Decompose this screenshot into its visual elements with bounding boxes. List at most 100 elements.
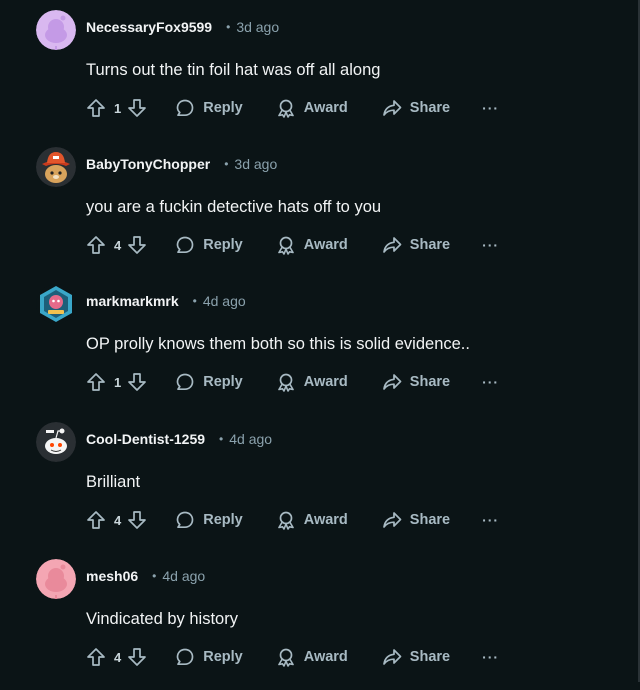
vote-group: 4: [86, 235, 147, 255]
reply-label: Reply: [203, 100, 243, 116]
upvote-button[interactable]: [86, 510, 106, 530]
vote-group: 1: [86, 98, 147, 118]
hexagon-badge-avatar-icon: [36, 284, 76, 324]
share-button[interactable]: Share: [382, 510, 450, 530]
share-label: Share: [409, 649, 451, 665]
vote-score: 1: [114, 374, 122, 390]
comment-actions: 4 Reply Award Share ···: [86, 645, 499, 669]
award-button[interactable]: Award: [276, 235, 348, 255]
reply-label: Reply: [203, 512, 243, 528]
comment-text: Turns out the tin foil hat was off all a…: [86, 61, 381, 79]
more-options-button[interactable]: ···: [482, 649, 499, 665]
comment-actions: 4 Reply Award Share ···: [86, 233, 499, 257]
downvote-button[interactable]: [127, 235, 147, 255]
vote-score: 1: [114, 100, 122, 116]
separator-dot: •: [224, 157, 229, 171]
vote-score: 4: [114, 512, 122, 528]
reply-label: Reply: [203, 237, 243, 253]
downvote-button[interactable]: [127, 372, 147, 392]
avatar[interactable]: [36, 559, 76, 599]
more-options-button[interactable]: ···: [482, 374, 499, 390]
award-button[interactable]: Award: [276, 647, 348, 667]
share-label: Share: [409, 512, 451, 528]
more-options-button[interactable]: ···: [482, 100, 499, 116]
award-medal-icon: [276, 647, 296, 667]
downvote-button[interactable]: [127, 510, 147, 530]
award-label: Award: [303, 100, 348, 116]
avatar[interactable]: [36, 284, 76, 324]
username-link[interactable]: BabyTonyChopper: [86, 156, 210, 172]
username-link[interactable]: NecessaryFox9599: [86, 19, 212, 35]
award-button[interactable]: Award: [276, 510, 348, 530]
share-button[interactable]: Share: [382, 372, 450, 392]
share-button[interactable]: Share: [382, 98, 450, 118]
username-link[interactable]: mesh06: [86, 568, 138, 584]
downvote-arrow-icon: [127, 235, 147, 255]
comment: mesh06 • 4d ago Vindicated by history 4 …: [0, 553, 600, 690]
avatar[interactable]: [36, 10, 76, 50]
share-button[interactable]: Share: [382, 235, 450, 255]
reply-button[interactable]: Reply: [175, 372, 243, 392]
comment: markmarkmrk • 4d ago OP prolly knows the…: [0, 278, 600, 415]
share-label: Share: [409, 100, 451, 116]
separator-dot: •: [219, 432, 224, 446]
award-label: Award: [303, 237, 348, 253]
downvote-arrow-icon: [127, 372, 147, 392]
share-arrow-icon: [382, 98, 402, 118]
award-button[interactable]: Award: [276, 98, 348, 118]
comment-actions: 4 Reply Award Share ···: [86, 508, 499, 532]
upvote-button[interactable]: [86, 235, 106, 255]
reply-button[interactable]: Reply: [175, 647, 243, 667]
timestamp[interactable]: 4d ago: [203, 293, 246, 309]
vote-score: 4: [114, 237, 122, 253]
share-label: Share: [409, 374, 451, 390]
timestamp[interactable]: 3d ago: [234, 156, 277, 172]
comment-text: Brilliant: [86, 473, 141, 491]
speech-bubble-icon: [175, 98, 195, 118]
share-arrow-icon: [382, 235, 402, 255]
upvote-button[interactable]: [86, 372, 106, 392]
upvote-arrow-icon: [86, 647, 106, 667]
share-button[interactable]: Share: [382, 647, 450, 667]
timestamp[interactable]: 4d ago: [229, 431, 272, 447]
upvote-button[interactable]: [86, 647, 106, 667]
comment: NecessaryFox9599 • 3d ago Turns out the …: [0, 4, 600, 141]
snoo-pink-avatar-icon: [36, 559, 76, 599]
award-button[interactable]: Award: [276, 372, 348, 392]
chopper-hat-avatar-icon: [36, 147, 76, 187]
speech-bubble-icon: [175, 647, 195, 667]
reply-label: Reply: [203, 649, 243, 665]
award-medal-icon: [276, 235, 296, 255]
vote-score: 4: [114, 649, 122, 665]
reply-button[interactable]: Reply: [175, 98, 243, 118]
username-link[interactable]: markmarkmrk: [86, 293, 179, 309]
comment-meta: Cool-Dentist-1259 • 4d ago: [86, 431, 272, 447]
reply-button[interactable]: Reply: [175, 235, 243, 255]
avatar[interactable]: [36, 147, 76, 187]
username-link[interactable]: Cool-Dentist-1259: [86, 431, 205, 447]
award-label: Award: [303, 374, 348, 390]
more-options-button[interactable]: ···: [482, 512, 499, 528]
award-medal-icon: [276, 98, 296, 118]
comment-meta: NecessaryFox9599 • 3d ago: [86, 19, 279, 35]
vote-group: 4: [86, 510, 147, 530]
share-arrow-icon: [382, 510, 402, 530]
award-medal-icon: [276, 372, 296, 392]
share-label: Share: [409, 237, 451, 253]
downvote-button[interactable]: [127, 98, 147, 118]
award-label: Award: [303, 649, 348, 665]
downvote-arrow-icon: [127, 98, 147, 118]
separator-dot: •: [192, 294, 197, 308]
speech-bubble-icon: [175, 510, 195, 530]
downvote-arrow-icon: [127, 510, 147, 530]
vote-group: 1: [86, 372, 147, 392]
share-arrow-icon: [382, 647, 402, 667]
timestamp[interactable]: 3d ago: [236, 19, 279, 35]
avatar[interactable]: [36, 422, 76, 462]
downvote-button[interactable]: [127, 647, 147, 667]
more-options-button[interactable]: ···: [482, 237, 499, 253]
comment-meta: BabyTonyChopper • 3d ago: [86, 156, 277, 172]
reply-button[interactable]: Reply: [175, 510, 243, 530]
timestamp[interactable]: 4d ago: [162, 568, 205, 584]
upvote-button[interactable]: [86, 98, 106, 118]
